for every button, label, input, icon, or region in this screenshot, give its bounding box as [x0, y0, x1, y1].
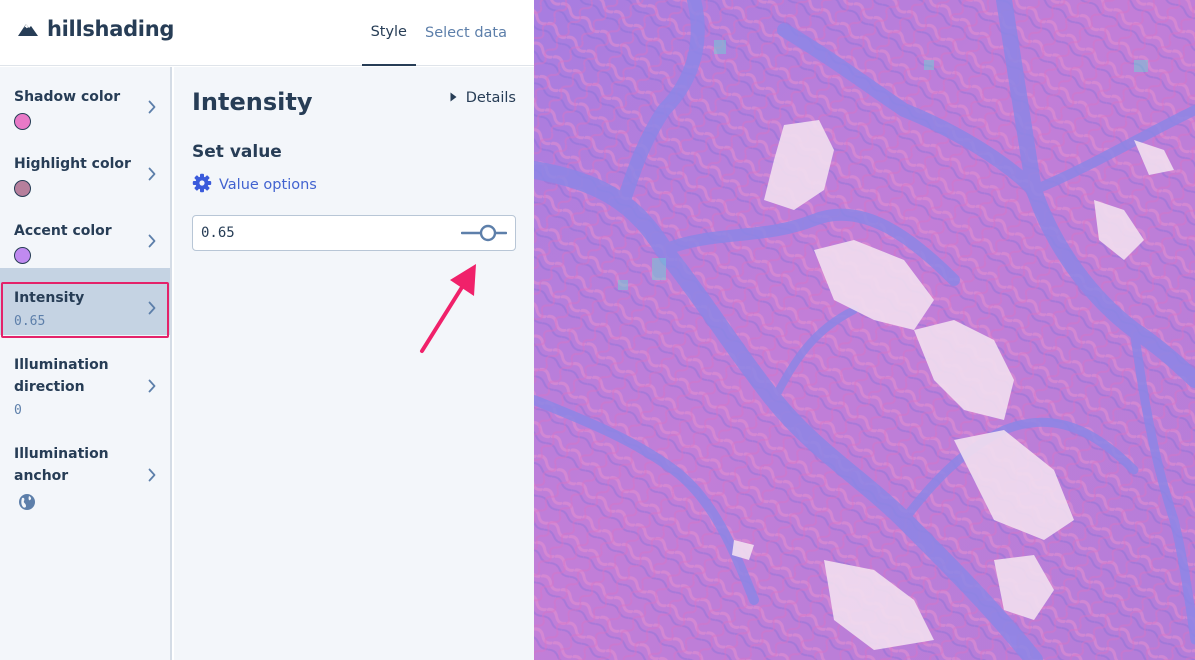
intensity-input[interactable]	[201, 225, 441, 241]
map-view[interactable]	[534, 0, 1195, 660]
tab-style[interactable]: Style	[361, 0, 416, 66]
property-sidebar: Shadow color Highlight color Accent colo…	[0, 67, 172, 660]
sidebar-item-accent-color[interactable]: Accent color	[0, 201, 170, 268]
property-panel: Intensity Details Set value Value option…	[174, 67, 534, 660]
annotation-arrow	[414, 262, 484, 362]
chevron-right-icon	[148, 300, 156, 319]
sidebar-item-intensity[interactable]: Intensity 0.65	[0, 268, 170, 335]
sidebar-item-shadow-color[interactable]: Shadow color	[0, 67, 170, 134]
sidebar-item-label: Highlight color	[14, 156, 131, 172]
section-heading: Set value	[192, 142, 282, 162]
globe-icon	[18, 493, 156, 515]
mountain-icon	[17, 21, 39, 37]
details-toggle[interactable]: Details	[450, 90, 516, 106]
accent-color-swatch	[14, 247, 31, 264]
shadow-color-swatch	[14, 113, 31, 130]
sidebar-item-label: Shadow color	[14, 89, 121, 105]
intensity-input-wrapper	[192, 215, 516, 251]
app-header: hillshading Style Select data	[0, 0, 534, 66]
gear-icon	[192, 173, 212, 197]
sidebar-item-value: 0.65	[14, 314, 46, 329]
sidebar-item-label-line2: direction	[14, 379, 85, 395]
chevron-right-icon	[148, 233, 156, 252]
chevron-right-icon	[148, 166, 156, 185]
value-options-label: Value options	[219, 177, 317, 193]
value-options-button[interactable]: Value options	[192, 173, 317, 197]
chevron-right-icon	[148, 378, 156, 397]
sidebar-item-label: Accent color	[14, 223, 112, 239]
sidebar-item-label-line2: anchor	[14, 468, 69, 484]
sidebar-item-illumination-direction[interactable]: Illumination direction 0	[0, 335, 170, 424]
slider-icon[interactable]	[460, 224, 508, 246]
tab-select-data[interactable]: Select data	[416, 0, 516, 66]
sidebar-item-label-line1: Illumination	[14, 357, 109, 373]
sidebar-item-illumination-anchor[interactable]: Illumination anchor	[0, 424, 170, 514]
app-logo: hillshading	[17, 17, 174, 41]
highlight-color-swatch	[14, 180, 31, 197]
sidebar-item-label-line1: Illumination	[14, 446, 109, 462]
caret-right-icon	[450, 90, 457, 106]
tab-bar: Style Select data	[361, 0, 516, 66]
chevron-right-icon	[148, 467, 156, 486]
sidebar-item-value: 0	[14, 403, 22, 418]
chevron-right-icon	[148, 99, 156, 118]
app-title: hillshading	[47, 17, 175, 41]
sidebar-item-label: Intensity	[14, 290, 85, 306]
sidebar-item-highlight-color[interactable]: Highlight color	[0, 134, 170, 201]
details-label: Details	[465, 90, 516, 106]
panel-title: Intensity	[192, 88, 313, 116]
